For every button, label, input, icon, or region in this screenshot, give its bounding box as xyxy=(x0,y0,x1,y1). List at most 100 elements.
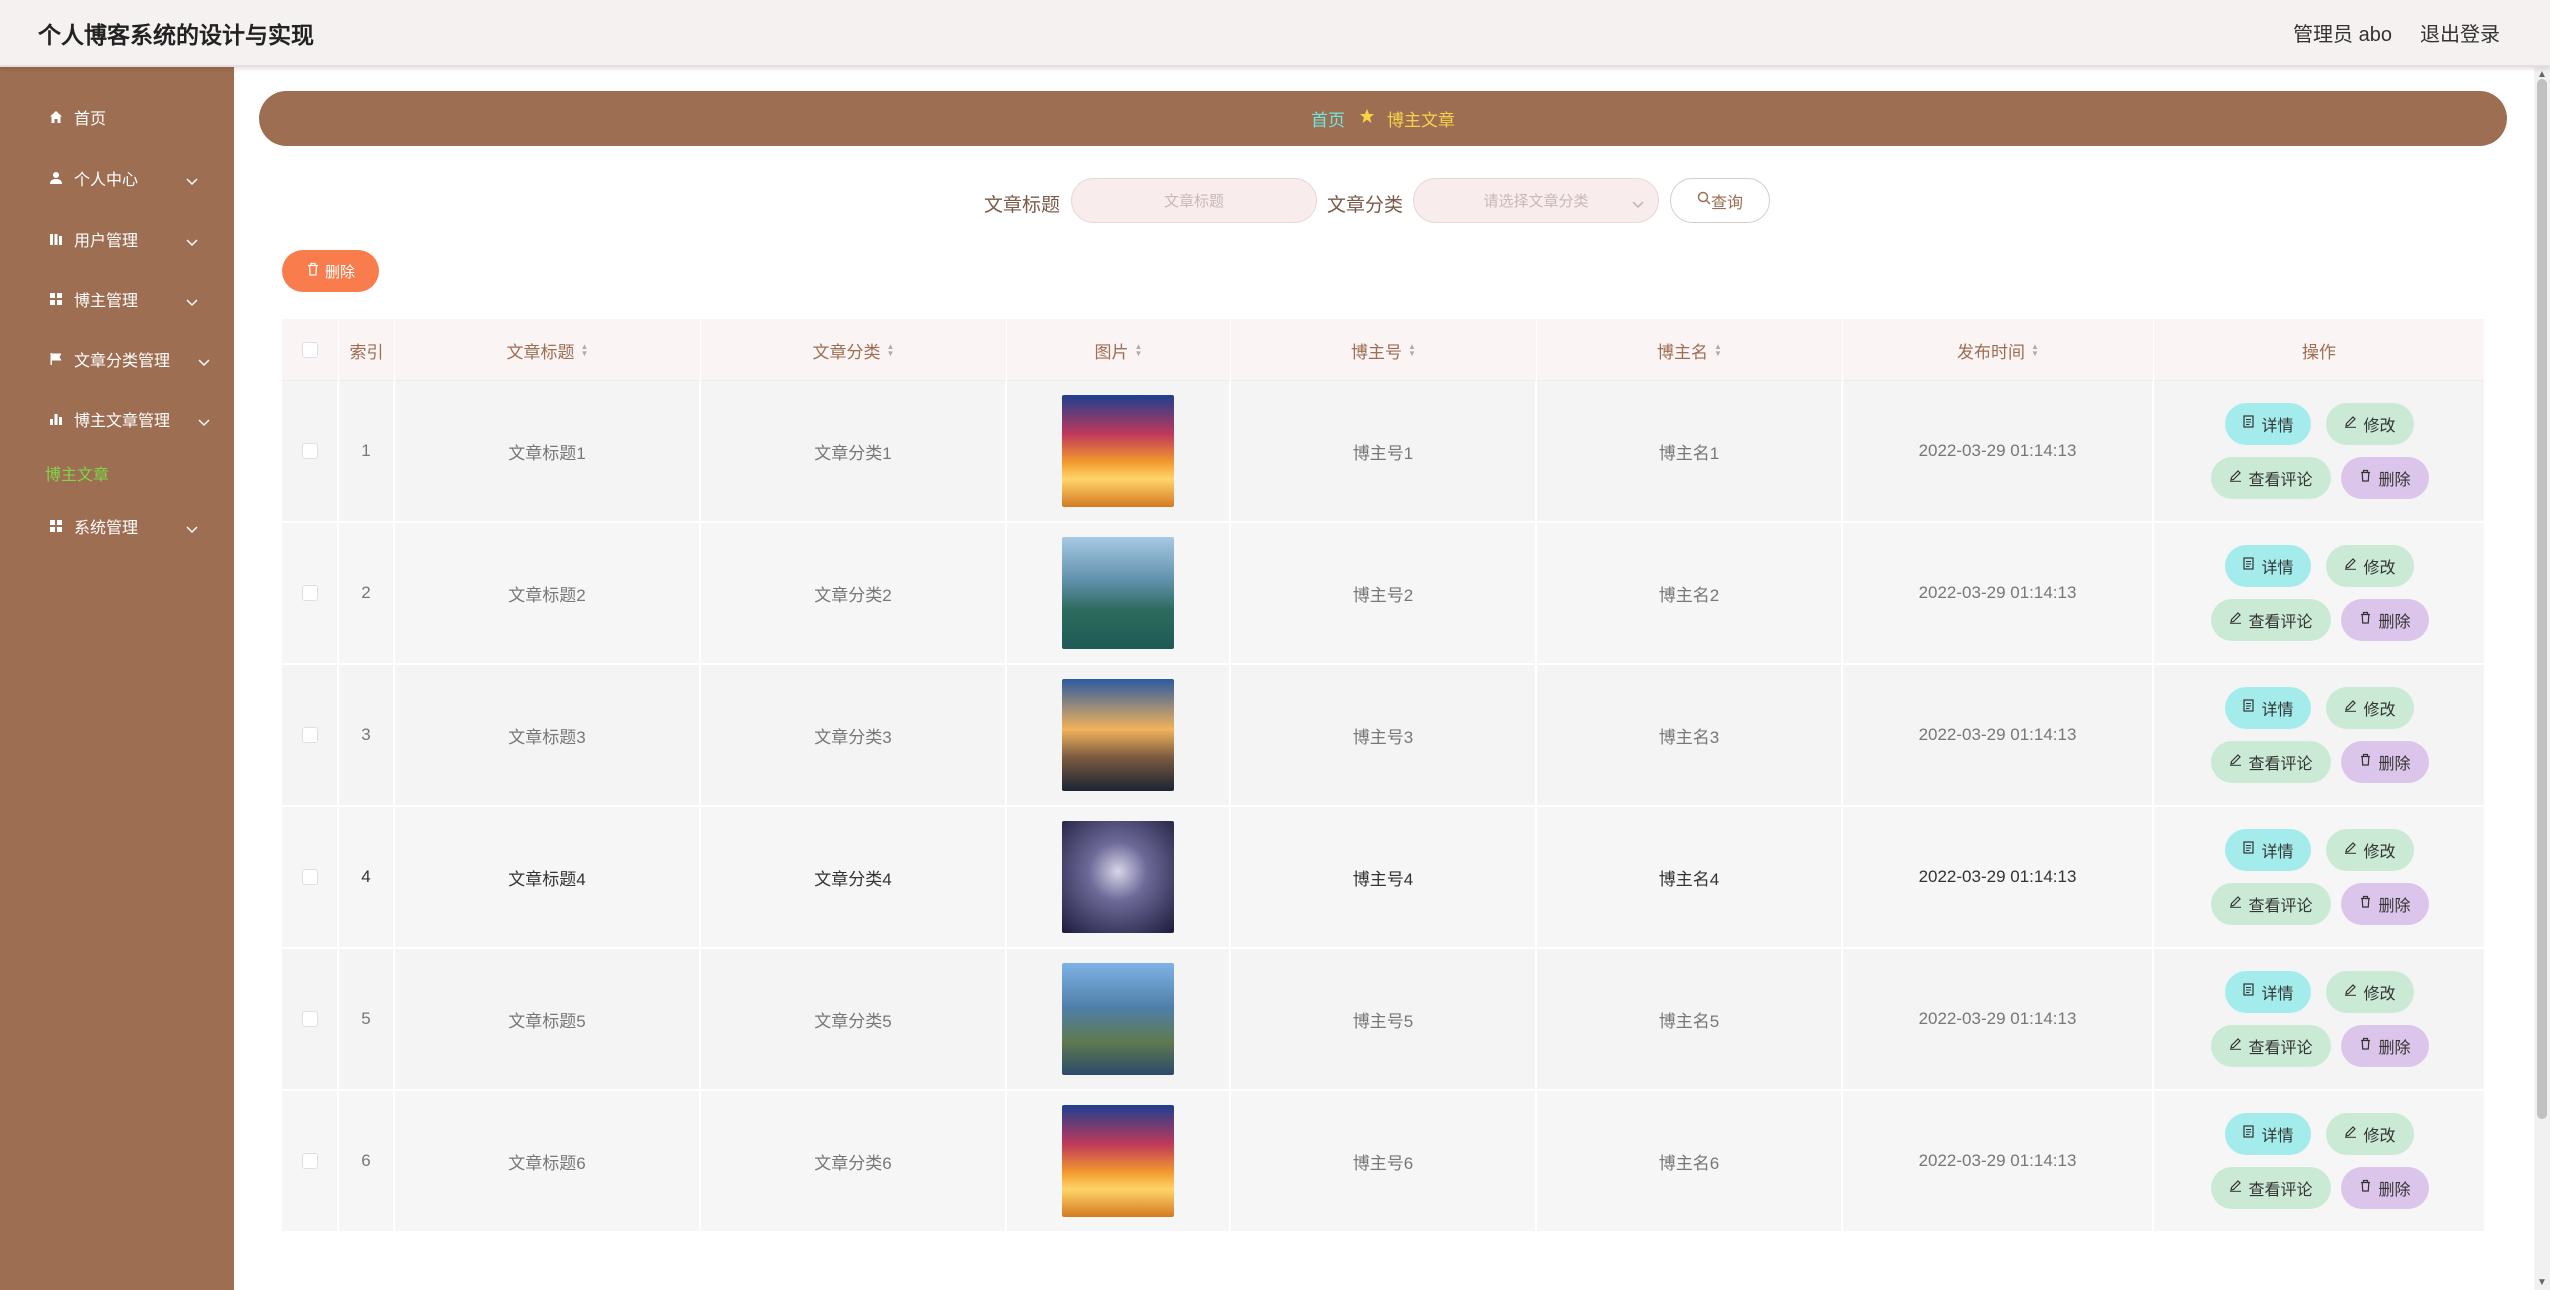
detail-button[interactable]: 详情 xyxy=(2225,687,2311,729)
article-thumbnail[interactable] xyxy=(1062,963,1174,1075)
detail-label: 详情 xyxy=(2261,986,2294,1003)
detail-button[interactable]: 详情 xyxy=(2225,971,2311,1013)
pencil-icon xyxy=(2229,611,2242,629)
page-scrollbar[interactable]: ▲ ▼ xyxy=(2534,67,2550,1290)
view-comments-button[interactable]: 查看评论 xyxy=(2211,883,2331,925)
detail-button[interactable]: 详情 xyxy=(2225,545,2311,587)
pencil-icon xyxy=(2229,1179,2242,1197)
sort-icon[interactable]: ▲ ▼ xyxy=(1135,343,1143,358)
sort-icon[interactable]: ▲ ▼ xyxy=(581,343,589,358)
table-header: 索引 文章标题 ▲ ▼ 文章分类 ▲ ▼ 图片 ▲ ▼ 博主号 ▲ ▼ 博主名 ▲ ▼ 发布时间 ▲ ▼… xyxy=(282,319,2484,381)
sort-icon[interactable]: ▲ ▼ xyxy=(2031,343,2039,358)
column-header-label: 文章分类 xyxy=(812,342,881,362)
delete-label: 删除 xyxy=(2378,1182,2411,1199)
sidebar-item-bloggers[interactable]: 博主管理 xyxy=(48,284,198,314)
cell-text: 博主号1 xyxy=(1352,443,1414,463)
time-cell: 2022-03-29 01:14:13 xyxy=(1843,807,2154,947)
sidebar-item-label: 系统管理 xyxy=(74,520,139,537)
article-thumbnail[interactable] xyxy=(1062,1105,1174,1217)
sort-icon[interactable]: ▲ ▼ xyxy=(1408,343,1416,358)
app-title: 个人博客系统的设计与实现 xyxy=(38,21,314,48)
column-header-label: 发布时间 xyxy=(1957,342,2026,362)
cell-text: 3 xyxy=(361,725,371,744)
sidebar-subitem-blog-articles[interactable]: 博主文章 xyxy=(45,461,109,485)
row-checkbox[interactable] xyxy=(301,585,318,601)
sidebar-item-home[interactable]: 首页 xyxy=(48,102,198,132)
column-header-image[interactable]: 图片 ▲ ▼ xyxy=(1007,319,1231,381)
column-header-title[interactable]: 文章标题 ▲ ▼ xyxy=(395,319,701,381)
document-icon xyxy=(2242,1125,2255,1143)
blogger-no-cell: 博主号3 xyxy=(1231,665,1537,805)
grid-icon xyxy=(48,291,64,307)
cell-text: 博主名4 xyxy=(1658,869,1720,889)
row-checkbox[interactable] xyxy=(301,1011,318,1027)
detail-button[interactable]: 详情 xyxy=(2225,403,2311,445)
delete-button[interactable]: 删除 xyxy=(2341,1025,2429,1067)
index-cell: 4 xyxy=(339,807,395,947)
pencil-icon xyxy=(2344,699,2357,717)
breadcrumb-home[interactable]: 首页 xyxy=(1311,106,1345,131)
chevron-down-icon xyxy=(186,173,198,191)
sort-icon[interactable]: ▲ ▼ xyxy=(1714,343,1722,358)
column-header-category[interactable]: 文章分类 ▲ ▼ xyxy=(701,319,1007,381)
query-button[interactable]: 查询 xyxy=(1670,178,1770,223)
sidebar-item-categories[interactable]: 文章分类管理 xyxy=(48,344,210,374)
row-checkbox[interactable] xyxy=(301,869,318,885)
detail-button[interactable]: 详情 xyxy=(2225,1113,2311,1155)
edit-button[interactable]: 修改 xyxy=(2326,403,2414,445)
batch-delete-label: 删除 xyxy=(324,263,355,281)
home-icon xyxy=(48,109,64,125)
column-header-blogger-name[interactable]: 博主名 ▲ ▼ xyxy=(1537,319,1843,381)
view-comments-button[interactable]: 查看评论 xyxy=(2211,1167,2331,1209)
edit-button[interactable]: 修改 xyxy=(2326,829,2414,871)
sort-icon[interactable]: ▲ ▼ xyxy=(887,343,895,358)
trash-icon xyxy=(2359,611,2372,629)
image-cell xyxy=(1007,381,1231,521)
scrollbar-thumb[interactable] xyxy=(2537,79,2547,1119)
sidebar-item-personal[interactable]: 个人中心 xyxy=(48,163,198,193)
cell-text: 文章标题6 xyxy=(508,1153,586,1173)
top-header: 个人博客系统的设计与实现 管理员 abo 退出登录 xyxy=(0,0,2550,67)
edit-button[interactable]: 修改 xyxy=(2326,1113,2414,1155)
article-thumbnail[interactable] xyxy=(1062,395,1174,507)
view-comments-button[interactable]: 查看评论 xyxy=(2211,741,2331,783)
sidebar-item-system[interactable]: 系统管理 xyxy=(48,511,198,541)
actions-cell: 详情 修改查看评论 删除 xyxy=(2154,523,2484,663)
edit-button[interactable]: 修改 xyxy=(2326,687,2414,729)
column-header-label: 索引 xyxy=(349,342,384,362)
delete-button[interactable]: 删除 xyxy=(2341,457,2429,499)
row-checkbox[interactable] xyxy=(301,727,318,743)
trash-icon xyxy=(2359,1179,2372,1197)
row-checkbox[interactable] xyxy=(301,443,318,459)
edit-button[interactable]: 修改 xyxy=(2326,545,2414,587)
sidebar-item-users[interactable]: 用户管理 xyxy=(48,224,198,254)
category-select[interactable]: 请选择文章分类 xyxy=(1413,178,1659,223)
article-thumbnail[interactable] xyxy=(1062,679,1174,791)
delete-button[interactable]: 删除 xyxy=(2341,883,2429,925)
column-header-blogger-no[interactable]: 博主号 ▲ ▼ xyxy=(1231,319,1537,381)
index-cell: 5 xyxy=(339,949,395,1089)
article-thumbnail[interactable] xyxy=(1062,821,1174,933)
logout-link[interactable]: 退出登录 xyxy=(2420,18,2500,47)
view-comments-button[interactable]: 查看评论 xyxy=(2211,1025,2331,1067)
title-search-input[interactable]: 文章标题 xyxy=(1071,178,1317,223)
column-header-actions: 操作 xyxy=(2154,319,2484,381)
batch-delete-button[interactable]: 删除 xyxy=(282,250,379,292)
scroll-down-icon[interactable]: ▼ xyxy=(2537,1277,2547,1288)
sidebar-item-label: 首页 xyxy=(74,111,107,128)
detail-label: 详情 xyxy=(2261,1128,2294,1145)
article-thumbnail[interactable] xyxy=(1062,537,1174,649)
view-comments-button[interactable]: 查看评论 xyxy=(2211,457,2331,499)
delete-button[interactable]: 删除 xyxy=(2341,1167,2429,1209)
delete-button[interactable]: 删除 xyxy=(2341,599,2429,641)
row-checkbox[interactable] xyxy=(301,1153,318,1169)
trash-icon xyxy=(306,262,320,280)
column-header-time[interactable]: 发布时间 ▲ ▼ xyxy=(1843,319,2154,381)
view-comments-button[interactable]: 查看评论 xyxy=(2211,599,2331,641)
edit-button[interactable]: 修改 xyxy=(2326,971,2414,1013)
current-user: 管理员 abo xyxy=(2293,24,2392,46)
delete-button[interactable]: 删除 xyxy=(2341,741,2429,783)
select-all-checkbox[interactable] xyxy=(302,342,318,358)
sidebar-item-articles[interactable]: 博主文章管理 xyxy=(48,404,210,434)
detail-button[interactable]: 详情 xyxy=(2225,829,2311,871)
